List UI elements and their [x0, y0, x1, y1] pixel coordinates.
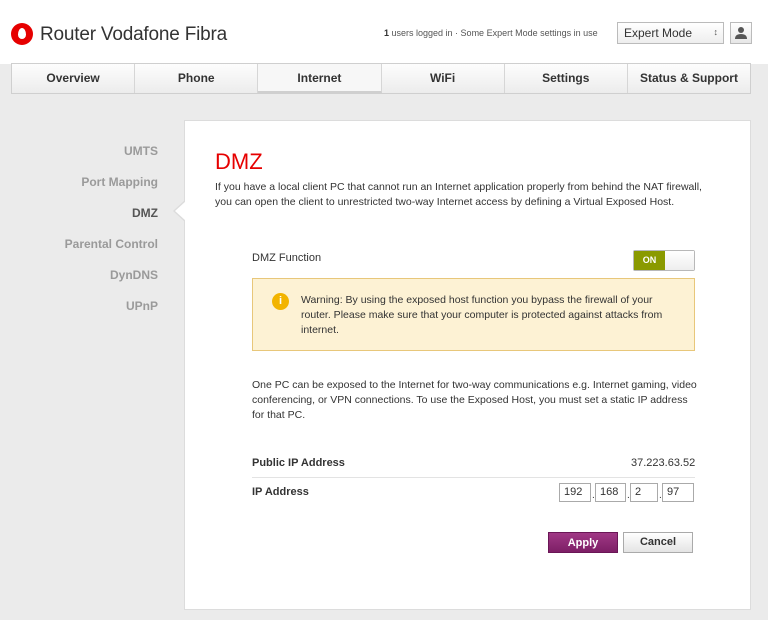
- ip-octet-4-input[interactable]: 97: [662, 483, 694, 502]
- toggle-on-label: ON: [634, 251, 665, 270]
- vodafone-logo-icon: [11, 23, 33, 45]
- mode-select[interactable]: Expert Mode ↕: [617, 22, 724, 44]
- mode-select-value: Expert Mode: [624, 26, 693, 40]
- ip-octet-2-input[interactable]: 168: [595, 483, 626, 502]
- tab-wifi[interactable]: WiFi: [382, 64, 505, 93]
- tab-settings[interactable]: Settings: [505, 64, 628, 93]
- header: Router Vodafone Fibra 1 users logged in …: [0, 0, 768, 64]
- user-button[interactable]: [730, 22, 752, 44]
- public-ip-label: Public IP Address: [252, 457, 345, 469]
- user-icon: [735, 27, 747, 39]
- main-nav: Overview Phone Internet WiFi Settings Status …: [11, 63, 751, 94]
- users-text: users logged in · Some Expert Mode setti…: [389, 28, 598, 38]
- sidebar-item-port-mapping[interactable]: Port Mapping: [0, 174, 162, 205]
- exposed-host-text: One PC can be exposed to the Internet fo…: [252, 379, 697, 421]
- intro-text: If you have a local client PC that canno…: [215, 181, 702, 208]
- login-status: 1 users logged in · Some Expert Mode set…: [384, 28, 598, 38]
- sidebar-item-umts[interactable]: UMTS: [0, 143, 162, 174]
- sidebar-item-parental-control[interactable]: Parental Control: [0, 236, 162, 267]
- sidebar-item-dmz[interactable]: DMZ: [0, 205, 162, 236]
- page-title: DMZ: [215, 149, 263, 174]
- ip-octet-3-input[interactable]: 2: [630, 483, 658, 502]
- tab-overview[interactable]: Overview: [12, 64, 136, 93]
- ip-address-label: IP Address: [252, 486, 309, 498]
- sidebar: UMTS Port Mapping DMZ Parental Control DynDN…: [0, 143, 162, 329]
- row-divider: [252, 477, 695, 478]
- cancel-button[interactable]: Cancel: [623, 532, 693, 553]
- tab-status-support[interactable]: Status & Support: [628, 64, 750, 93]
- dmz-toggle[interactable]: ON: [633, 250, 695, 271]
- apply-button[interactable]: Apply: [548, 532, 618, 553]
- warning-text: Warning: By using the exposed host funct…: [301, 294, 663, 336]
- public-ip-value: 37.223.63.52: [631, 457, 696, 469]
- dmz-function-label: DMZ Function: [252, 252, 322, 264]
- panel-pointer-inner: [175, 201, 186, 221]
- dropdown-arrow-icon: ↕: [713, 27, 719, 37]
- ip-octet-1-input[interactable]: 192: [559, 483, 591, 502]
- warning-box: i Warning: By using the exposed host fun…: [252, 278, 695, 351]
- tab-phone[interactable]: Phone: [135, 64, 259, 93]
- sidebar-item-dyndns[interactable]: DynDNS: [0, 267, 162, 298]
- sidebar-item-upnp[interactable]: UPnP: [0, 298, 162, 329]
- toggle-knob: [665, 251, 694, 270]
- info-icon: i: [272, 293, 289, 310]
- brand-title: Router Vodafone Fibra: [40, 24, 227, 45]
- tab-internet[interactable]: Internet: [258, 64, 382, 93]
